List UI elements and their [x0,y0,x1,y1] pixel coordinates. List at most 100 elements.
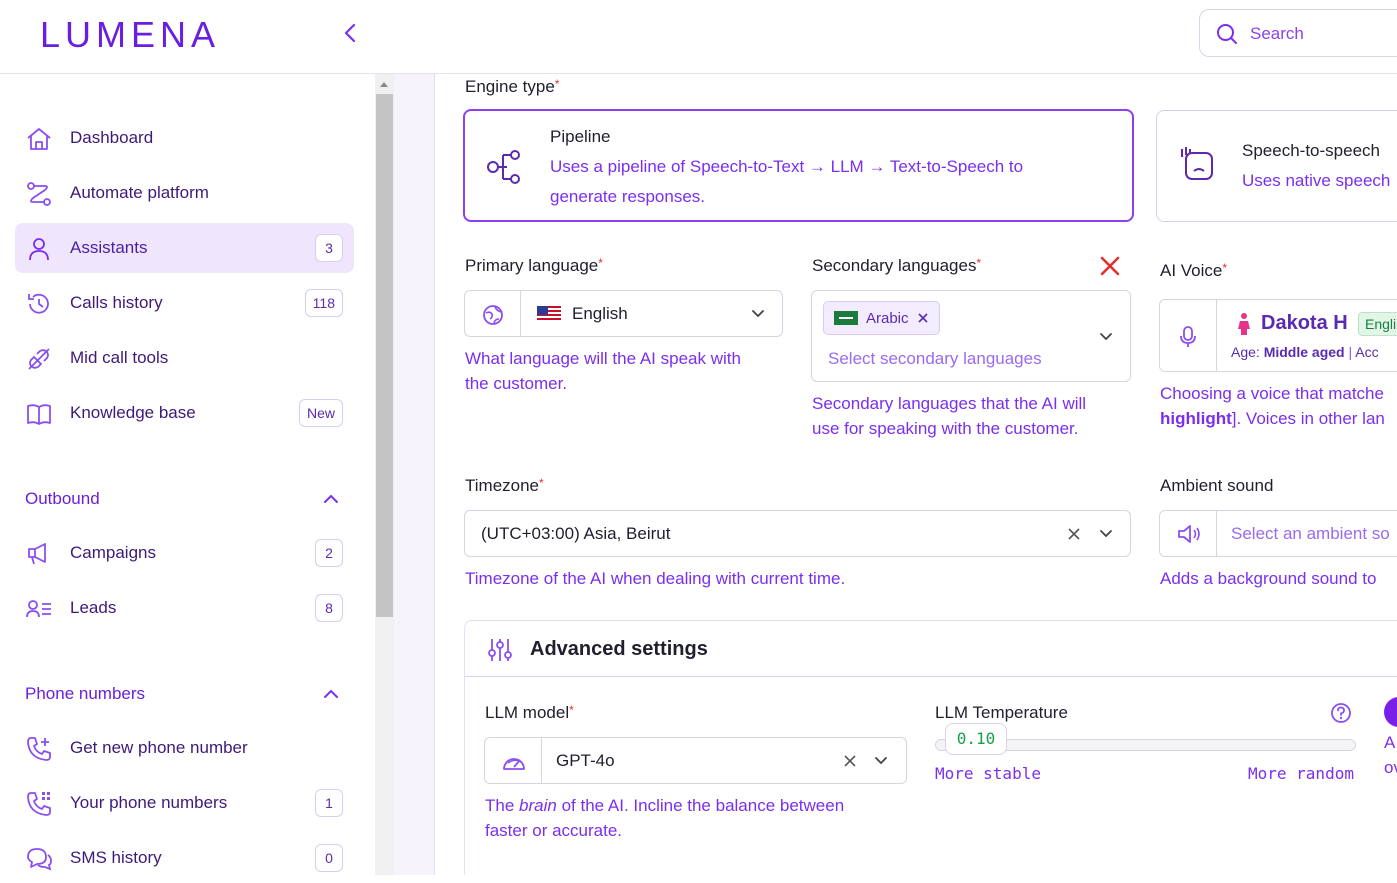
chat-icon [27,848,52,871]
count-badge: 2 [315,539,343,567]
sidebar-item-label: Dashboard [70,128,154,147]
chevron-down-icon[interactable] [1098,330,1114,344]
assistant-settings-panel: Engine type* Pipeline Uses a pipeline of… [435,74,1397,875]
ai-voice-help-line2: highlight]. Voices in other lan [1160,409,1385,428]
microphone-icon [1180,326,1196,347]
sidebar-scrollbar[interactable] [375,74,394,875]
history-icon [28,293,49,314]
scroll-up-arrow-icon[interactable] [380,82,388,87]
us-flag-icon [537,306,561,322]
phone-grid-icon [27,792,51,816]
chevron-up-icon[interactable] [322,492,340,506]
language-chip-arabic[interactable]: Arabic [823,301,940,335]
s2s-title: Speech-to-speech [1242,141,1380,160]
llm-model-help-line2: faster or accurate. [485,821,623,840]
clear-icon[interactable] [1066,526,1082,542]
ai-voice-help: Choosing a voice that matche [1160,384,1384,403]
sidebar-item-knowledge-base[interactable]: Knowledge base New [15,388,354,438]
ai-voice-select[interactable]: Dakota H Engli Age: Middle aged | Acc [1159,299,1397,372]
secondary-languages-help: Secondary languages that the AI will [812,394,1087,413]
sidebar-item-leads[interactable]: Leads 8 [15,583,354,633]
sidebar-item-your-phone-numbers[interactable]: Your phone numbers 1 [15,778,354,828]
sidebar-item-campaigns[interactable]: Campaigns 2 [15,528,354,578]
pipeline-description-line2: generate responses. [550,187,705,206]
temperature-slider-thumb[interactable]: 0.10 [945,723,1007,755]
sidebar-item-label: Campaigns [70,543,156,562]
content-gutter [394,74,435,875]
help-question-icon[interactable] [1330,702,1352,724]
sidebar-item-mid-call-tools[interactable]: Mid call tools [15,333,354,383]
voice-name: Dakota H [1261,312,1348,334]
sidebar-item-dashboard[interactable]: Dashboard [15,113,354,163]
advanced-settings-header[interactable]: Advanced settings [465,621,1397,677]
advanced-settings-title: Advanced settings [530,638,708,660]
llm-temperature-label: LLM Temperature [935,703,1068,722]
sidebar-item-assistants[interactable]: Assistants 3 [15,223,354,273]
count-badge: 8 [315,594,343,622]
sidebar-item-label: Calls history [70,293,163,312]
sidebar-item-label: Leads [70,598,117,617]
ai-voice-label: AI Voice* [1160,261,1228,280]
collapse-sidebar-icon[interactable] [338,20,364,46]
timezone-select[interactable]: (UTC+03:00) Asia, Beirut [464,510,1131,557]
remove-chip-icon[interactable] [917,312,929,324]
sidebar-item-automate-platform[interactable]: Automate platform [15,168,354,218]
globe-icon [483,305,503,325]
count-badge: 1 [315,789,343,817]
clear-secondary-languages-icon[interactable] [1098,254,1122,278]
sa-flag-icon [834,311,858,325]
timezone-value: (UTC+03:00) Asia, Beirut [481,524,671,543]
primary-language-value: English [572,304,628,323]
secondary-languages-select[interactable]: Arabic Select secondary languages [811,290,1131,382]
search-icon [1217,24,1237,44]
sidebar-item-label: Automate platform [70,183,209,202]
section-outbound-title[interactable]: Outbound [25,489,100,509]
primary-language-label: Primary language* [465,256,603,275]
count-badge: 3 [315,234,343,262]
sidebar-item-label: Get new phone number [70,738,248,757]
brand-logo[interactable]: LUMENA [40,14,220,56]
home-icon [27,128,51,150]
search-input[interactable]: Search [1199,9,1397,57]
sidebar-item-sms-history[interactable]: SMS history 0 [15,833,354,883]
llm-model-value: GPT-4o [556,751,615,770]
advanced-settings-section: Advanced settings LLM model* GPT-4o The … [464,620,1397,875]
engine-option-speech-to-speech[interactable]: Speech-to-speech Uses native speech [1156,110,1397,222]
pipeline-icon [487,150,520,184]
llm-model-select[interactable]: GPT-4o [484,737,907,784]
primary-language-help: What language will the AI speak with [465,349,741,368]
secondary-languages-label: Secondary languages* [812,256,982,275]
female-voice-icon [1238,313,1250,335]
temperature-min-label: More stable [935,764,1041,783]
sidebar-item-label: Assistants [70,238,148,257]
section-phone-numbers-title[interactable]: Phone numbers [25,684,145,704]
ambient-sound-select[interactable]: Select an ambient so [1159,510,1397,557]
sidebar-item-calls-history[interactable]: Calls history 118 [15,278,354,328]
llm-model-label: LLM model* [485,703,574,722]
book-icon [27,404,51,425]
count-badge: 118 [304,289,343,317]
engine-option-pipeline[interactable]: Pipeline Uses a pipeline of Speech-to-Te… [463,109,1134,222]
ambient-sound-label: Ambient sound [1160,476,1274,495]
chevron-down-icon[interactable] [1098,527,1114,541]
chevron-down-icon[interactable] [750,307,766,321]
toggle-switch[interactable] [1384,697,1397,727]
speech-icon [1181,147,1213,180]
chevron-up-icon[interactable] [322,687,340,701]
primary-language-select[interactable]: English [464,290,783,337]
engine-type-label: Engine type* [465,77,560,96]
user-icon [29,238,49,261]
pipeline-description: Uses a pipeline of Speech-to-Text → LLM … [550,157,1024,176]
chevron-down-icon[interactable] [873,754,889,768]
clear-icon[interactable] [842,753,858,769]
temperature-max-label: More random [1248,764,1354,783]
voice-language-tag: Engli [1358,312,1397,336]
speaker-icon [1178,525,1200,543]
sidebar-item-get-new-phone-number[interactable]: Get new phone number [15,723,354,773]
scrollbar-thumb[interactable] [376,94,393,617]
ambient-sound-help: Adds a background sound to [1160,569,1377,588]
chip-label: Arabic [866,309,909,327]
plug-icon [28,348,50,370]
llm-model-help: The brain of the AI. Incline the balance… [485,796,845,815]
ambient-sound-placeholder: Select an ambient so [1231,524,1390,543]
